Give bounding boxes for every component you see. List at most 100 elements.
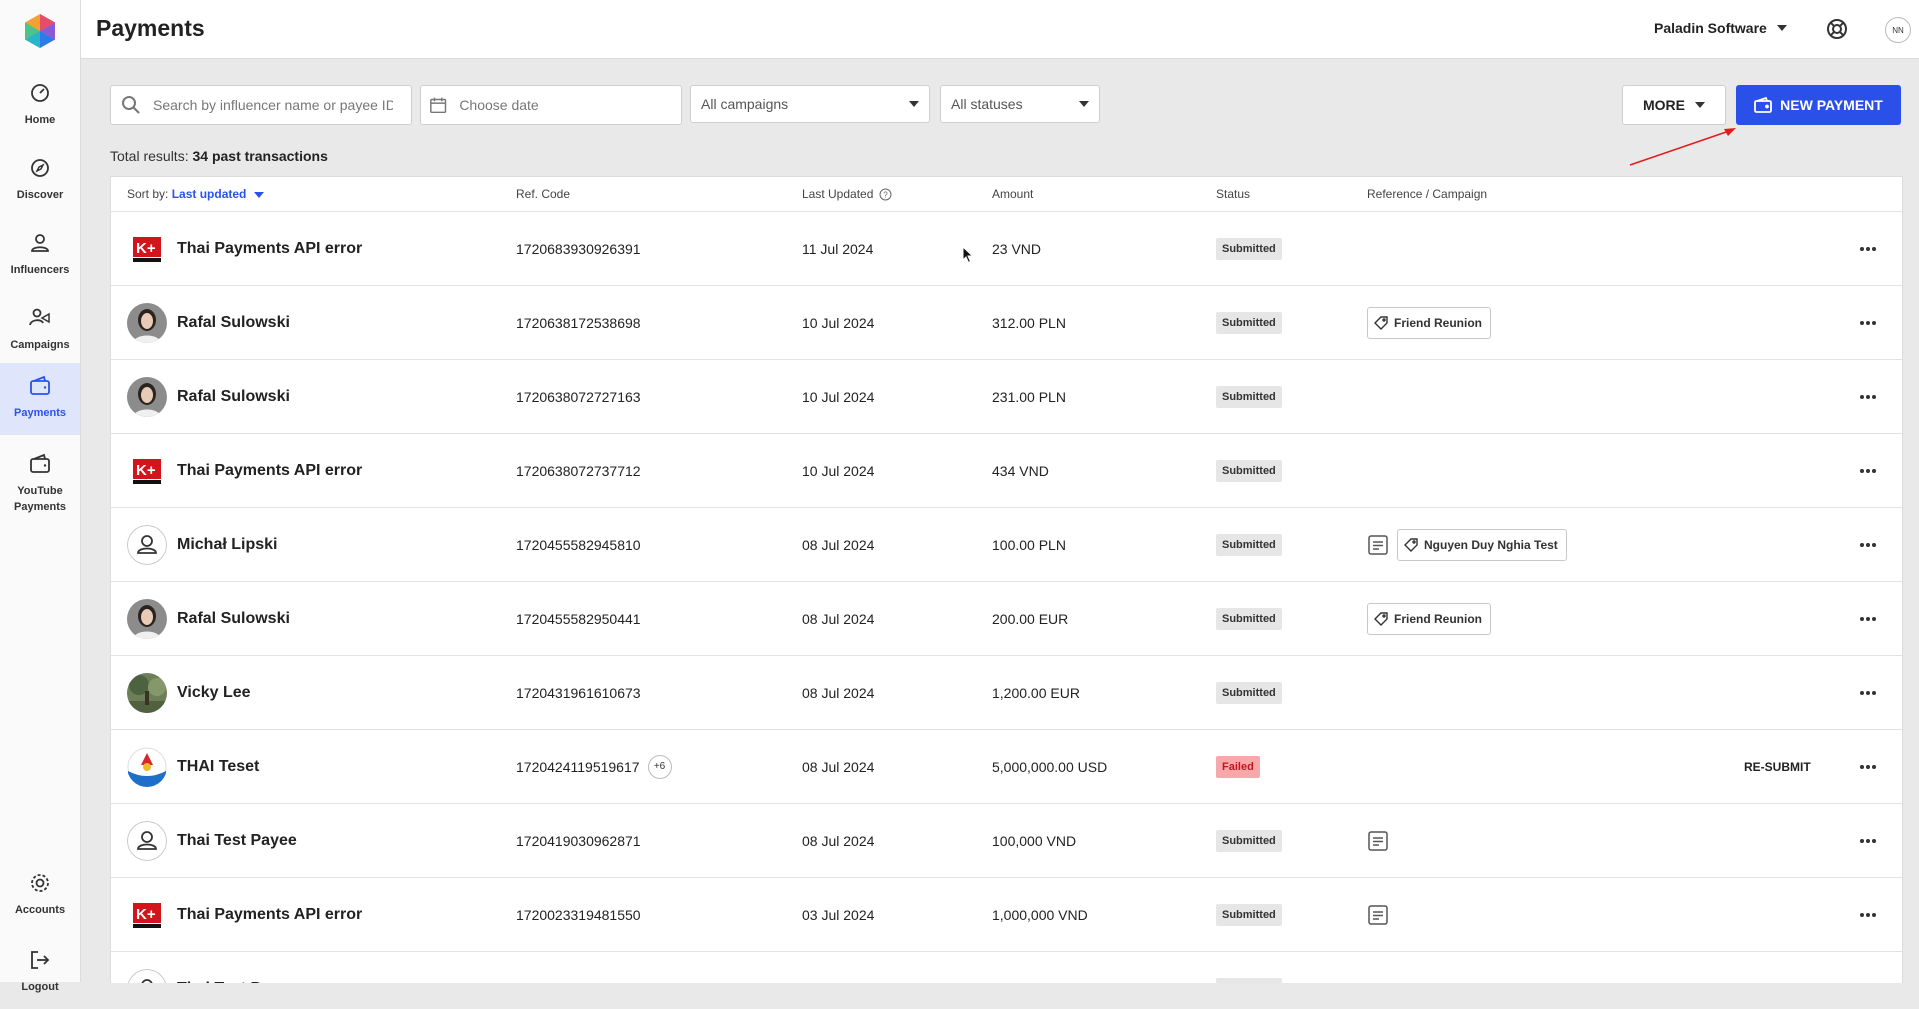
- payee-avatar: K+: [127, 228, 167, 269]
- row-actions-button[interactable]: [1853, 360, 1883, 433]
- payee-cell[interactable]: Michał Lipski: [127, 508, 277, 581]
- user-avatar[interactable]: NN: [1885, 17, 1911, 43]
- search-input[interactable]: [151, 96, 395, 114]
- more-actions-icon[interactable]: [1859, 838, 1877, 844]
- table-row[interactable]: K+ Thai Payments API error 172063807273771…: [111, 434, 1902, 508]
- sidebar-item-payments[interactable]: Payments: [0, 363, 80, 435]
- campaign-icon: [29, 308, 50, 326]
- table-row[interactable]: K+ Thai Payments API error 172002331948155…: [111, 878, 1902, 952]
- table-row[interactable]: Rafal Sulowski 1720638072727163 10 Jul 202…: [111, 360, 1902, 434]
- amount: 312.00 PLN: [992, 314, 1066, 331]
- app-logo-icon[interactable]: [21, 12, 59, 50]
- campaign-tag[interactable]: Friend Reunion: [1367, 306, 1491, 339]
- statuses-select[interactable]: All statuses: [940, 85, 1100, 123]
- payee-name[interactable]: Thai Payments API error: [177, 240, 362, 258]
- sidebar-item-accounts[interactable]: Accounts: [0, 860, 80, 932]
- payee-name[interactable]: Vicky Lee: [177, 684, 251, 702]
- ref-code-cell: 1720638072737712: [516, 434, 641, 507]
- resubmit-button[interactable]: RE-SUBMIT: [1744, 730, 1811, 803]
- row-actions-button[interactable]: [1853, 656, 1883, 729]
- payee-cell[interactable]: K+ Thai Payments API error: [127, 434, 362, 507]
- table-row[interactable]: Rafal Sulowski 1720638172538698 10 Jul 202…: [111, 286, 1902, 360]
- reference-cell: [1367, 878, 1389, 951]
- payee-name[interactable]: Rafal Sulowski: [177, 610, 290, 628]
- sidebar-item-home[interactable]: Home: [0, 70, 80, 142]
- row-actions-button[interactable]: [1853, 508, 1883, 581]
- help-lifebuoy-icon[interactable]: [1825, 17, 1849, 41]
- more-actions-icon[interactable]: [1859, 764, 1877, 770]
- note-icon[interactable]: [1367, 830, 1389, 852]
- last-updated: 03 Jul 2024: [802, 952, 874, 984]
- table-row[interactable]: THAI Teset 1720424119519617 +6 08 Jul 2024 5…: [111, 730, 1902, 804]
- note-icon[interactable]: [1367, 534, 1389, 556]
- row-actions-button[interactable]: [1853, 878, 1883, 951]
- more-actions-icon[interactable]: [1859, 394, 1877, 400]
- payee-cell[interactable]: Rafal Sulowski: [127, 582, 290, 655]
- more-actions-icon[interactable]: [1859, 616, 1877, 622]
- date-input[interactable]: [457, 96, 681, 114]
- sidebar-item-youtube-payments[interactable]: YouTube Payments: [0, 441, 80, 517]
- ref-code: 1720455582950441: [516, 610, 641, 627]
- payee-cell[interactable]: Rafal Sulowski: [127, 360, 290, 433]
- payee-cell[interactable]: K+ Thai Payments API error: [127, 212, 362, 285]
- campaign-tag[interactable]: Friend Reunion: [1367, 602, 1491, 635]
- mouse-cursor-icon: [962, 246, 974, 264]
- payee-name[interactable]: Michał Lipski: [177, 536, 277, 554]
- row-actions-button[interactable]: [1853, 804, 1883, 877]
- table-row[interactable]: Michał Lipski 1720455582945810 08 Jul 2024…: [111, 508, 1902, 582]
- row-actions-button[interactable]: [1853, 952, 1883, 983]
- payee-cell[interactable]: Vicky Lee: [127, 656, 251, 729]
- payee-name[interactable]: Rafal Sulowski: [177, 314, 290, 332]
- row-actions-button[interactable]: [1853, 212, 1883, 285]
- table-row[interactable]: Thai Test Payee 1720419030962871 08 Jul 20…: [111, 804, 1902, 878]
- row-actions-button[interactable]: [1853, 582, 1883, 655]
- table-row[interactable]: K+ Thai Payments API error 172068393092639…: [111, 212, 1902, 286]
- more-actions-icon[interactable]: [1859, 468, 1877, 474]
- row-actions-button[interactable]: [1853, 730, 1883, 803]
- payee-name[interactable]: Thai Payments API error: [177, 462, 362, 480]
- payee-name[interactable]: Thai Payments API error: [177, 906, 362, 924]
- row-actions-button[interactable]: [1853, 434, 1883, 507]
- payee-avatar: [127, 672, 167, 713]
- info-icon[interactable]: ?: [879, 188, 892, 201]
- payee-cell[interactable]: Thai Test Payee: [127, 804, 297, 877]
- table-row[interactable]: Rafal Sulowski 1720455582950441 08 Jul 202…: [111, 582, 1902, 656]
- sidebar-item-campaigns[interactable]: Campaigns: [0, 295, 80, 367]
- ref-code: 1720424119519617: [516, 758, 640, 775]
- sidebar-item-influencers[interactable]: Influencers: [0, 220, 80, 292]
- row-actions-button[interactable]: [1853, 286, 1883, 359]
- table-row[interactable]: Thai Test Payee 1720023319486397 03 Jul 20…: [111, 952, 1902, 983]
- campaigns-select[interactable]: All campaigns: [690, 85, 930, 123]
- sidebar-item-logout[interactable]: Logout: [0, 937, 80, 1009]
- payee-name[interactable]: Thai Test Payee: [177, 832, 297, 850]
- discover-icon: [31, 159, 49, 177]
- org-switcher[interactable]: Paladin Software: [1654, 20, 1787, 36]
- payee-name[interactable]: THAI Teset: [177, 758, 259, 776]
- more-refs-chip[interactable]: +6: [647, 754, 672, 779]
- ref-code-cell: 1720638072727163: [516, 360, 641, 433]
- table-row[interactable]: Vicky Lee 1720431961610673 08 Jul 2024 1,20…: [111, 656, 1902, 730]
- campaign-tag[interactable]: Nguyen Duy Nghia Test: [1397, 528, 1567, 561]
- payee-name[interactable]: Rafal Sulowski: [177, 388, 290, 406]
- more-actions-icon[interactable]: [1859, 912, 1877, 918]
- payee-cell[interactable]: THAI Teset: [127, 730, 259, 803]
- sort-chevron-icon[interactable]: [253, 191, 264, 198]
- payee-cell[interactable]: Thai Test Payee: [127, 952, 297, 983]
- payee-name[interactable]: Thai Test Payee: [177, 980, 297, 984]
- note-icon[interactable]: [1367, 904, 1389, 926]
- more-actions-icon[interactable]: [1859, 690, 1877, 696]
- payee-avatar: [127, 968, 167, 983]
- more-button[interactable]: MORE: [1622, 85, 1726, 125]
- new-payment-button[interactable]: NEW PAYMENT: [1736, 85, 1901, 125]
- search-icon: [122, 96, 140, 114]
- search-box[interactable]: [110, 85, 412, 125]
- date-picker[interactable]: [420, 85, 682, 125]
- payee-cell[interactable]: K+ Thai Payments API error: [127, 878, 362, 951]
- sort-control[interactable]: Sort by: Last updated: [127, 187, 264, 201]
- more-actions-icon[interactable]: [1859, 320, 1877, 326]
- payee-cell[interactable]: Rafal Sulowski: [127, 286, 290, 359]
- sort-value[interactable]: Last updated: [172, 187, 247, 201]
- more-actions-icon[interactable]: [1859, 246, 1877, 252]
- more-actions-icon[interactable]: [1859, 542, 1877, 548]
- sidebar-item-discover[interactable]: Discover: [0, 145, 80, 217]
